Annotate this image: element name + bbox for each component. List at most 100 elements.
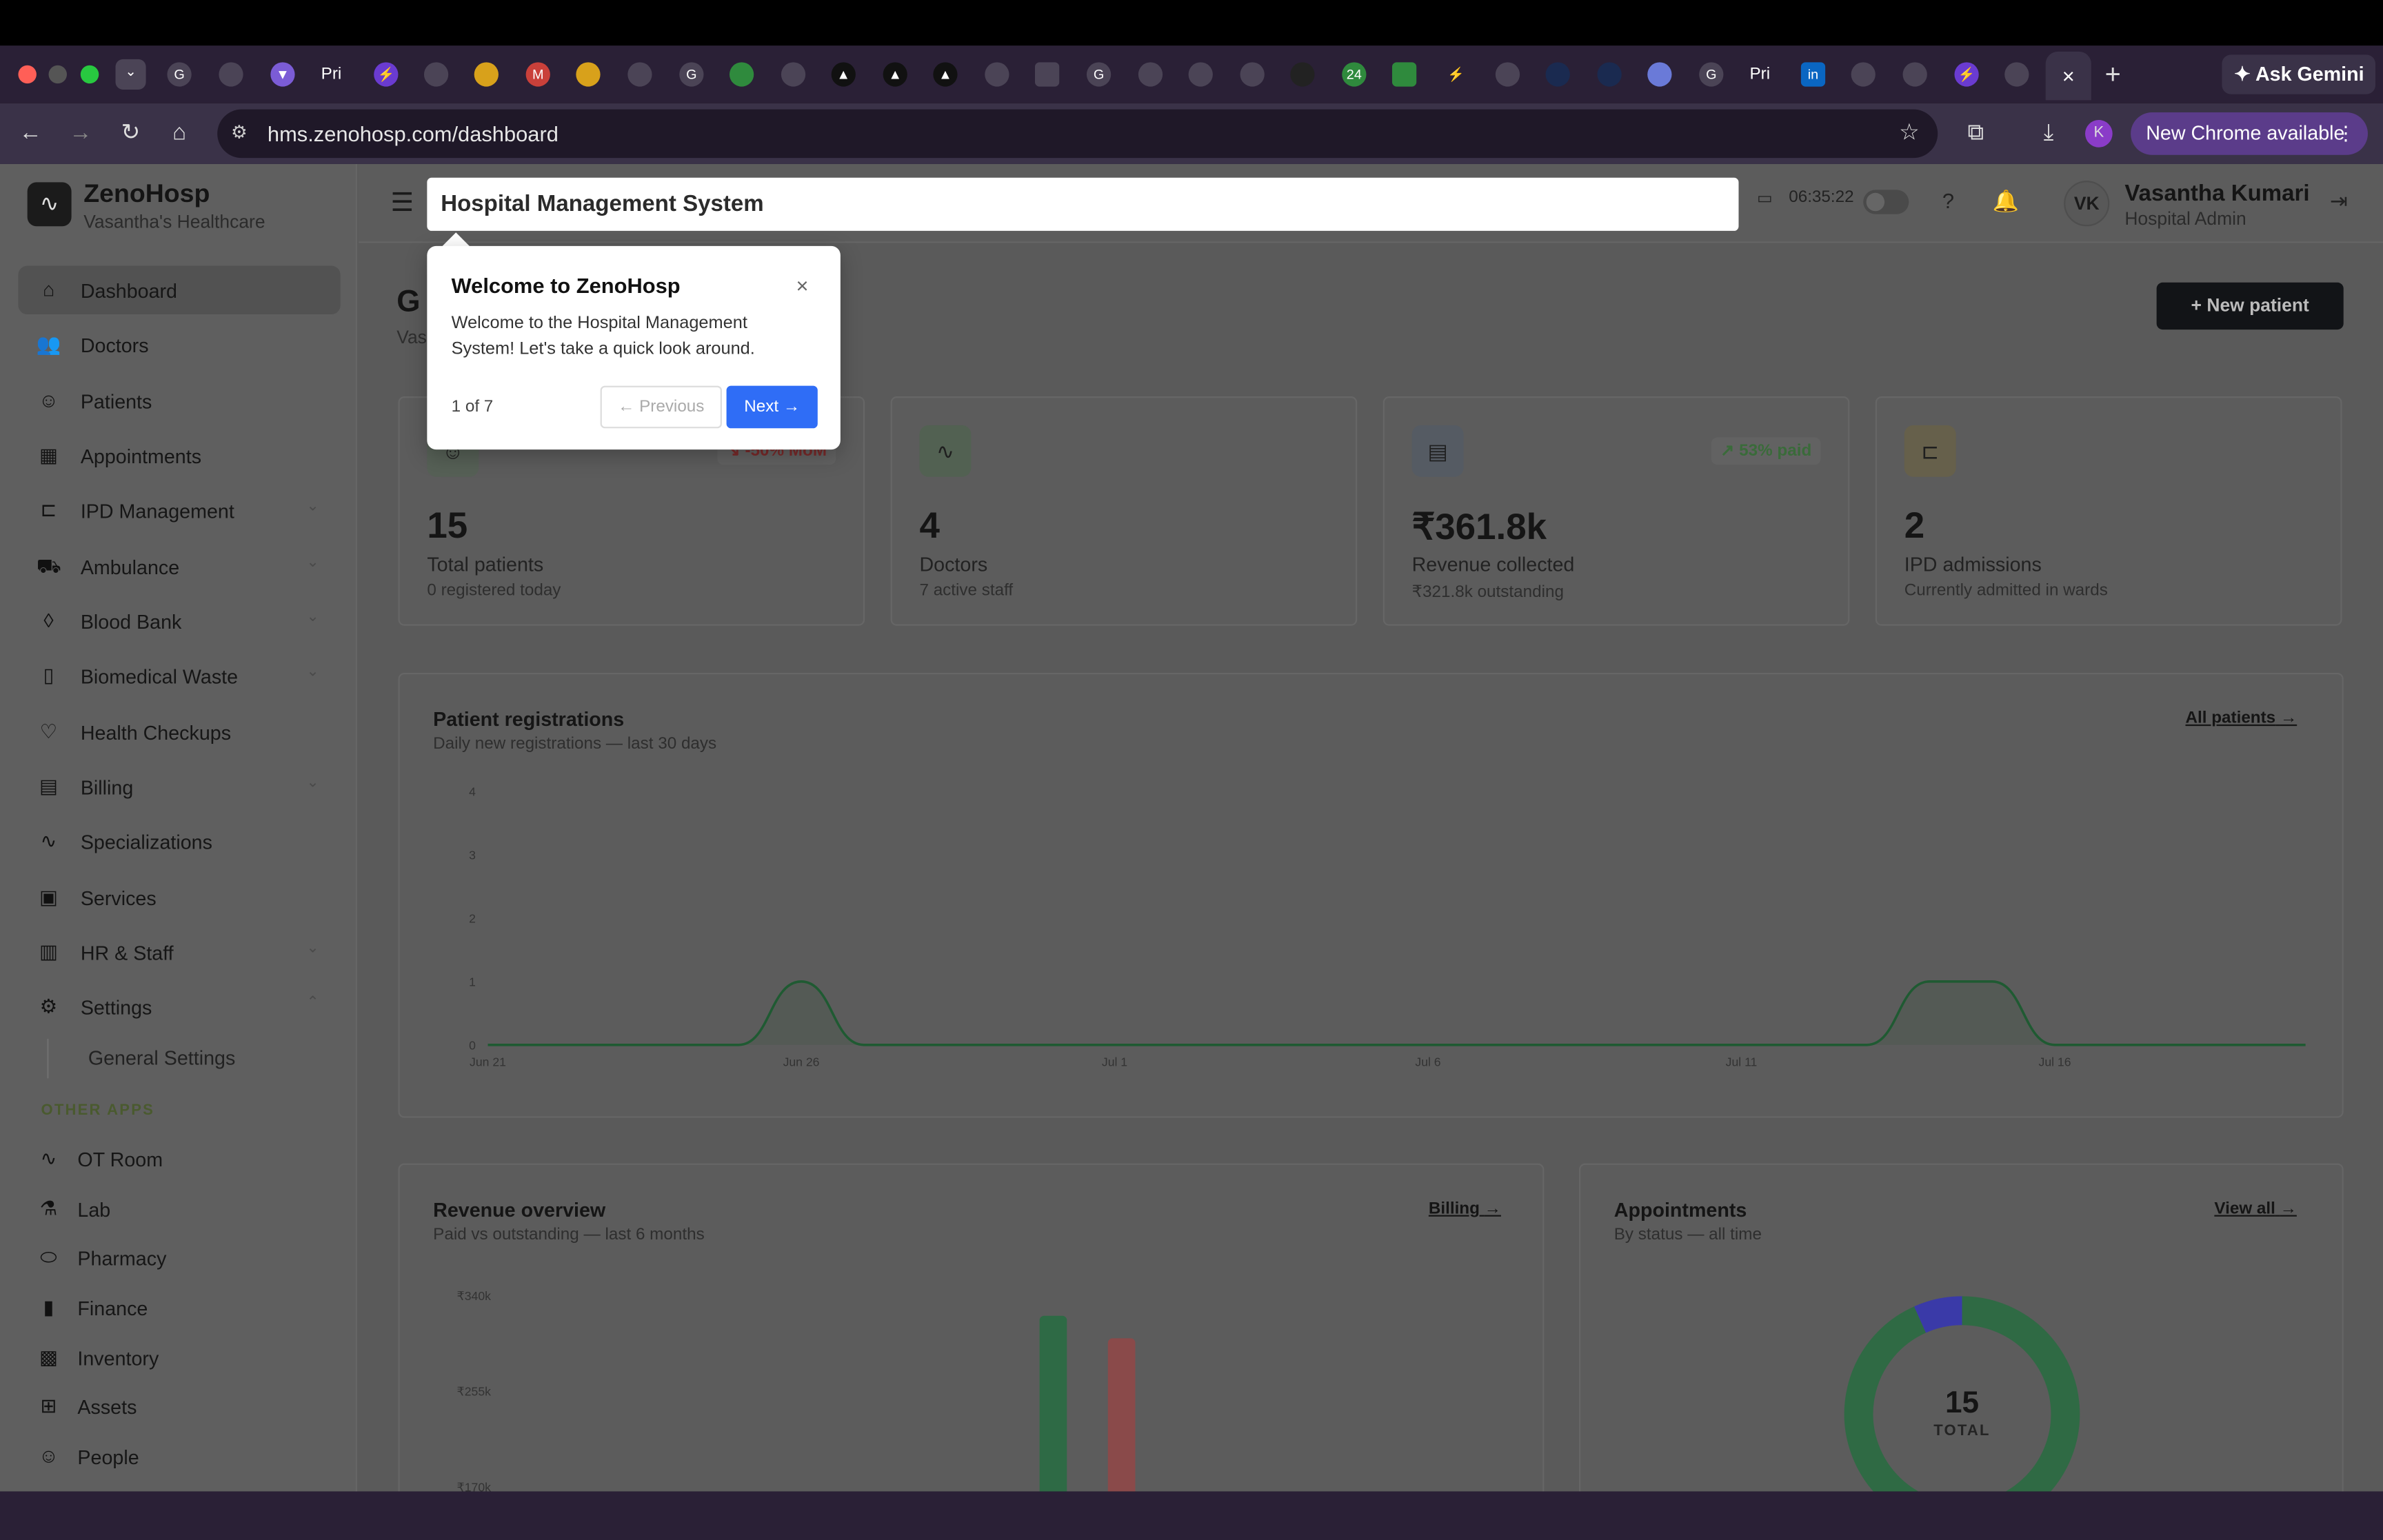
site-settings-icon[interactable]: ⚙ [231, 121, 248, 143]
menu-icon[interactable]: ☰ [390, 188, 414, 219]
tab-favicon-icon[interactable] [1188, 62, 1213, 87]
logout-icon[interactable]: ⇥ [2330, 188, 2348, 214]
tab-favicon-icon[interactable] [474, 62, 499, 87]
tab-favicon-icon[interactable]: ▲ [831, 62, 856, 87]
sidebar-item-billing[interactable]: ▤ Billing ⌄ [18, 762, 340, 811]
tab-favicon-icon[interactable]: ⚡ [1444, 62, 1468, 86]
status-toggle[interactable] [1863, 190, 1909, 214]
forward-icon[interactable]: → [66, 119, 96, 149]
github-icon[interactable] [985, 62, 1009, 87]
tab-label[interactable]: Pri [1748, 62, 1772, 86]
revenue-bar-paid[interactable] [1039, 1315, 1067, 1492]
sidebar-subitem-general-settings[interactable]: General Settings [47, 1038, 336, 1079]
tab-favicon-icon[interactable]: ⚡ [374, 62, 399, 87]
search-input[interactable]: Hospital Management System [427, 177, 1739, 231]
bookmark-star-icon[interactable]: ☆ [1899, 119, 1920, 145]
maximize-window-icon[interactable] [80, 65, 99, 84]
tab-label[interactable]: Pri [319, 62, 343, 86]
stat-card-revenue-collected[interactable]: ▤ ↗ 53% paid ₹361.8k Revenue collected ₹321.… [1382, 396, 1850, 626]
sidebar-item-specializations[interactable]: ∿ Specializations [18, 817, 340, 866]
tab-favicon-icon[interactable] [729, 62, 754, 87]
reload-icon[interactable]: ↻ [116, 119, 146, 149]
tab-favicon-icon[interactable]: ▼ [270, 62, 295, 87]
linkedin-icon[interactable]: in [1800, 62, 1826, 87]
other-app-lab[interactable]: ⚗ Lab [18, 1186, 340, 1232]
tab-favicon-icon[interactable] [1034, 62, 1060, 87]
bell-icon[interactable]: 🔔 [1993, 188, 2019, 214]
revenue-bar-outstanding[interactable] [1107, 1338, 1136, 1492]
chevron-down-icon[interactable]: ⌄ [306, 609, 319, 625]
new-tab-icon[interactable]: + [2105, 58, 2133, 91]
tab-favicon-icon[interactable] [219, 62, 243, 87]
other-app-finance[interactable]: ▮ Finance [18, 1285, 340, 1330]
tab-favicon-icon[interactable] [2004, 62, 2029, 87]
close-window-icon[interactable] [18, 65, 37, 84]
sidebar-item-services[interactable]: ▣ Services [18, 873, 340, 922]
download-icon[interactable]: ⤓ [2033, 119, 2064, 149]
tab-badge[interactable]: 24 [1342, 62, 1367, 87]
tab-favicon-icon[interactable] [1545, 62, 1570, 87]
other-app-ot-room[interactable]: ∿ OT Room [18, 1136, 340, 1182]
tab-favicon-icon[interactable] [1902, 62, 1927, 87]
tab-favicon-icon[interactable] [1647, 62, 1672, 87]
sidebar-item-ambulance[interactable]: ⛟ Ambulance ⌄ [18, 543, 340, 591]
tab-favicon-icon[interactable] [1851, 62, 1876, 87]
sidebar-item-patients[interactable]: ☺ Patients [18, 376, 340, 425]
tab-favicon-icon[interactable]: ▲ [933, 62, 958, 87]
sidebar-item-hr-and-staff[interactable]: ▥ HR & Staff ⌄ [18, 928, 340, 977]
chevron-up-icon[interactable]: ⌃ [306, 995, 319, 1011]
new-chrome-available-button[interactable]: New Chrome available ⋮ [2131, 112, 2368, 155]
close-icon[interactable]: × [796, 274, 809, 298]
tab-favicon-icon[interactable] [781, 62, 806, 87]
sidebar-item-settings[interactable]: ⚙ Settings ⌃ [18, 982, 340, 1031]
sidebar-item-blood-bank[interactable]: ◊ Blood Bank ⌄ [18, 597, 340, 646]
chevron-down-icon[interactable]: ⌄ [306, 775, 319, 791]
tab-favicon-icon[interactable]: G [1699, 62, 1724, 87]
tab-favicon-icon[interactable] [1391, 62, 1417, 87]
donut-slice[interactable] [1914, 1296, 1963, 1333]
url-text[interactable]: hms.zenohosp.com/dashboard [268, 121, 559, 145]
tab-favicon-icon[interactable] [423, 62, 449, 87]
tab-favicon-icon[interactable]: G [679, 62, 704, 87]
tab-search-icon[interactable]: ⌄ [115, 59, 146, 90]
sidebar-item-dashboard[interactable]: ⌂ Dashboard [18, 265, 341, 315]
sidebar-item-doctors[interactable]: 👥 Doctors [18, 321, 340, 369]
tab-favicon-icon[interactable] [1290, 62, 1315, 87]
tab-favicon-icon[interactable] [1597, 62, 1622, 87]
home-icon[interactable]: ⌂ [164, 119, 194, 149]
previous-button[interactable]: ← Previous [600, 385, 722, 429]
tab-favicon-icon[interactable]: G [167, 62, 192, 87]
chevron-down-icon[interactable]: ⌄ [306, 498, 319, 515]
other-app-assets[interactable]: ⊞ Assets [18, 1384, 340, 1429]
minimize-window-icon[interactable] [48, 65, 67, 84]
tab-favicon-icon[interactable] [576, 62, 601, 87]
history-icon[interactable] [1138, 62, 1163, 87]
other-app-inventory[interactable]: ▩ Inventory [18, 1335, 340, 1381]
new-patient-button[interactable]: + New patient [2156, 282, 2344, 330]
sidebar-item-ipd-management[interactable]: ⊏ IPD Management ⌄ [18, 486, 340, 535]
help-icon[interactable]: ? [1942, 188, 1954, 212]
tab-favicon-icon[interactable]: M [525, 62, 550, 87]
tab-favicon-icon[interactable] [627, 62, 652, 87]
other-app-pharmacy[interactable]: ⬭ Pharmacy [18, 1235, 340, 1280]
next-button[interactable]: Next → [726, 385, 818, 429]
sidebar-item-health-checkups[interactable]: ♡ Health Checkups [18, 708, 340, 757]
chevron-down-icon[interactable]: ⌄ [306, 940, 319, 957]
sidebar-item-appointments[interactable]: ▦ Appointments [18, 432, 340, 480]
tab-favicon-icon[interactable] [1495, 62, 1520, 87]
stat-card-doctors[interactable]: ∿ 4 Doctors 7 active staff [890, 396, 1358, 626]
profile-avatar[interactable]: K [2085, 120, 2113, 148]
tab-favicon-icon[interactable] [1240, 62, 1265, 87]
ask-gemini-button[interactable]: ✦ Ask Gemini [2222, 54, 2376, 94]
more-menu-icon[interactable]: ⋮ [2336, 112, 2356, 155]
sidebar-item-biomedical-waste[interactable]: ▯ Biomedical Waste ⌄ [18, 651, 340, 700]
extensions-icon[interactable]: ⧉ [1960, 119, 1991, 149]
chevron-down-icon[interactable]: ⌄ [306, 664, 319, 680]
user-name[interactable]: Vasantha Kumari [2124, 181, 2309, 206]
tab-favicon-icon[interactable]: G [1086, 62, 1112, 87]
avatar[interactable]: VK [2064, 181, 2110, 227]
tab-favicon-icon[interactable]: ▲ [883, 62, 907, 87]
back-icon[interactable]: ← [15, 119, 46, 149]
address-bar[interactable]: ⚙ hms.zenohosp.com/dashboard ☆ [217, 109, 1938, 159]
chevron-down-icon[interactable]: ⌄ [306, 554, 319, 571]
